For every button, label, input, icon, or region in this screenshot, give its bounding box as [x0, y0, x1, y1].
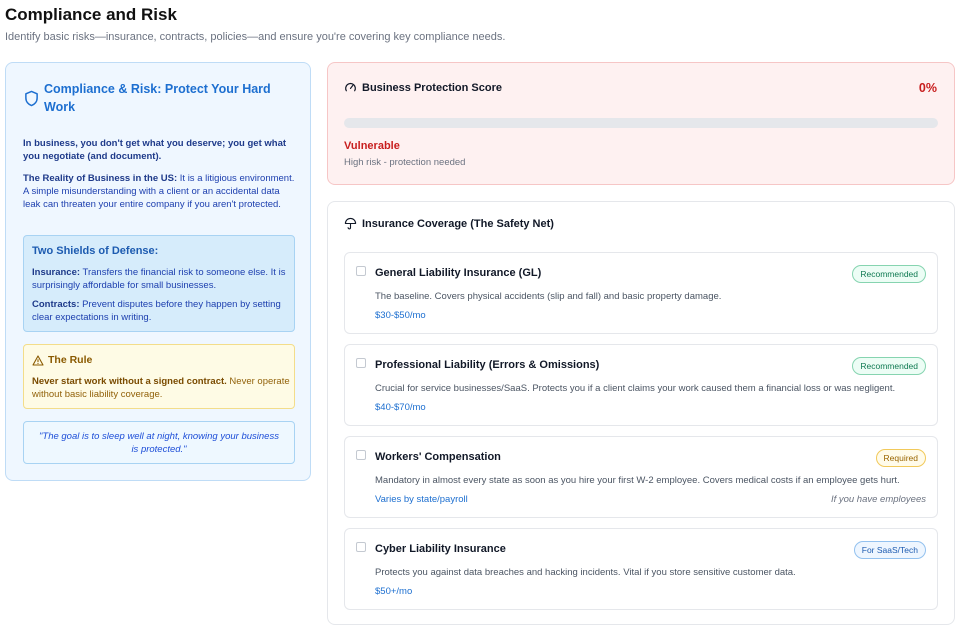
goal-quote: "The goal is to sleep well at night, kno… [39, 430, 279, 455]
contracts-label: Contracts: [32, 299, 80, 310]
shields-box: Two Shields of Defense: Insurance: Trans… [23, 235, 295, 332]
insurance-description: Protects you against data breaches and h… [375, 567, 796, 578]
checkbox-general-liability[interactable] [356, 266, 366, 276]
info-title: Compliance & Risk: Protect Your Hard Wor… [44, 82, 271, 114]
recommended-badge: Recommended [852, 357, 926, 375]
insurance-description: The baseline. Covers physical accidents … [375, 291, 722, 302]
insurance-name: General Liability Insurance (GL) [375, 267, 542, 279]
umbrella-icon [344, 217, 357, 230]
shield-contracts: Contracts: Prevent disputes before they … [32, 298, 290, 324]
insurance-item-professional-liability[interactable]: Professional Liability (Errors & Omissio… [344, 344, 938, 426]
shield-insurance: Insurance: Transfers the financial risk … [32, 266, 290, 292]
insurance-description: Mandatory in almost every state as soon … [375, 475, 900, 486]
checkbox-workers-compensation[interactable] [356, 450, 366, 460]
insurance-note: If you have employees [830, 494, 926, 505]
rule-title: The Rule [48, 354, 93, 366]
reality-label: The Reality of Business in the US: [23, 173, 178, 184]
insurance-name: Cyber Liability Insurance [375, 543, 506, 555]
insurance-price: $50+/mo [375, 586, 413, 597]
saas-tech-badge: For SaaS/Tech [853, 541, 926, 559]
info-card: Compliance & Risk: Protect Your Hard Wor… [5, 62, 311, 481]
insurance-name: Workers' Compensation [375, 451, 501, 463]
reality-paragraph: The Reality of Business in the US: It is… [23, 172, 297, 211]
goal-box: "The goal is to sleep well at night, kno… [23, 421, 295, 464]
insurance-price: $40-$70/mo [375, 402, 426, 413]
page-title: Compliance and Risk [5, 5, 177, 24]
checkbox-professional-liability[interactable] [356, 358, 366, 368]
insurance-label: Insurance: [32, 267, 81, 278]
checkbox-cyber-liability[interactable] [356, 542, 366, 552]
required-badge: Required [875, 449, 926, 467]
score-status: Vulnerable [344, 140, 400, 152]
score-header: Business Protection Score [344, 81, 502, 94]
insurance-price: $30-$50/mo [375, 310, 426, 321]
shield-icon [25, 90, 38, 107]
score-description: High risk - protection needed [344, 157, 466, 168]
insurance-item-cyber-liability[interactable]: Cyber Liability Insurance For SaaS/Tech … [344, 528, 938, 610]
rule-bold: Never start work without a signed contra… [32, 376, 227, 387]
rule-text: Never start work without a signed contra… [32, 375, 290, 401]
insurance-title: Insurance Coverage (The Safety Net) [362, 217, 554, 230]
insurance-name: Professional Liability (Errors & Omissio… [375, 359, 600, 371]
score-value: 0% [918, 81, 937, 95]
score-title: Business Protection Score [362, 81, 502, 94]
info-quote: In business, you don't get what you dese… [23, 138, 287, 162]
insurance-header: Insurance Coverage (The Safety Net) [344, 217, 554, 230]
insurance-item-general-liability[interactable]: General Liability Insurance (GL) Recomme… [344, 252, 938, 334]
warning-icon [32, 354, 44, 366]
score-progress-bar [344, 118, 938, 128]
insurance-description: Crucial for service businesses/SaaS. Pro… [375, 383, 896, 394]
gauge-icon [345, 82, 356, 92]
recommended-badge: Recommended [852, 265, 926, 283]
insurance-card: Insurance Coverage (The Safety Net) Gene… [327, 201, 955, 625]
info-header: Compliance & Risk: Protect Your Hard Wor… [24, 80, 284, 116]
insurance-item-workers-compensation[interactable]: Workers' Compensation Required Mandatory… [344, 436, 938, 518]
protection-score-card: Business Protection Score 0% Vulnerable … [327, 62, 955, 185]
insurance-price: Varies by state/payroll [375, 494, 468, 505]
shields-title: Two Shields of Defense: [32, 245, 159, 257]
rule-box: The Rule Never start work without a sign… [23, 344, 295, 409]
rule-header: The Rule [32, 354, 92, 366]
page-subtitle: Identify basic risks—insurance, contract… [5, 31, 506, 43]
